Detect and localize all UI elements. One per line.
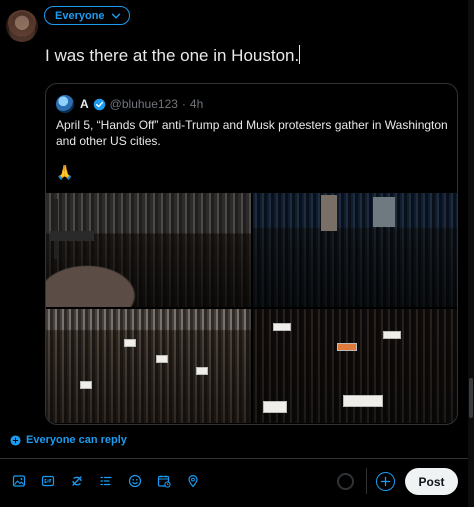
protest-photo-2[interactable] — [253, 193, 457, 307]
quoted-author-name: A — [80, 97, 89, 111]
reply-setting-button[interactable]: Everyone can reply — [10, 432, 127, 448]
user-avatar[interactable] — [6, 10, 38, 42]
protest-photo-1[interactable] — [46, 193, 251, 307]
post-composer: Everyone I was there at the one in Houst… — [0, 0, 474, 507]
reply-setting-label: Everyone can reply — [26, 434, 127, 446]
emoji-icon — [128, 474, 141, 488]
schedule-button[interactable] — [149, 470, 178, 492]
verified-badge-icon — [93, 98, 105, 110]
audience-selector[interactable]: Everyone — [44, 6, 130, 25]
praying-hands-emoji: 🙏 — [56, 164, 74, 180]
emoji-button[interactable] — [120, 470, 149, 492]
grok-button[interactable] — [62, 470, 91, 492]
quoted-author-handle: @bluhue123 — [109, 97, 178, 111]
compose-text: I was there at the one in Houston. — [45, 46, 300, 65]
toolbar-vertical-divider — [366, 468, 367, 494]
protest-photo-3[interactable] — [46, 309, 251, 423]
quoted-post-text: April 5, “Hands Off” anti-Trump and Musk… — [56, 118, 448, 148]
audience-label: Everyone — [55, 9, 105, 22]
quoted-post-time: 4h — [189, 97, 204, 111]
gif-button[interactable] — [33, 470, 62, 492]
gif-icon — [41, 475, 54, 487]
poll-button[interactable] — [91, 470, 120, 492]
scrollbar-thumb[interactable] — [469, 378, 473, 418]
chevron-down-icon — [111, 13, 120, 19]
dot-separator: · — [181, 97, 186, 111]
compose-textarea[interactable]: I was there at the one in Houston. — [45, 45, 445, 67]
location-button[interactable] — [178, 470, 207, 492]
image-icon — [12, 475, 25, 487]
location-icon — [187, 475, 198, 488]
character-count-ring — [337, 473, 354, 490]
protest-photo-4[interactable] — [253, 309, 457, 423]
composer-toolbar — [4, 470, 207, 492]
poll-icon — [99, 476, 112, 486]
media-grid — [46, 193, 457, 424]
plus-icon — [380, 476, 391, 487]
schedule-icon — [157, 475, 171, 488]
text-caret — [299, 45, 301, 64]
quoted-post-header: A @bluhue123 · 4h — [56, 95, 203, 113]
media-button[interactable] — [4, 470, 33, 492]
toolbar-divider — [0, 458, 474, 459]
globe-icon — [10, 434, 21, 446]
scrollbar-track[interactable] — [468, 0, 474, 507]
grok-icon — [71, 476, 82, 486]
quoted-author-avatar — [56, 95, 74, 113]
quoted-post[interactable]: A @bluhue123 · 4h April 5, “Hands Off” a… — [45, 83, 458, 425]
post-button[interactable]: Post — [405, 468, 458, 495]
add-post-button[interactable] — [376, 472, 395, 491]
